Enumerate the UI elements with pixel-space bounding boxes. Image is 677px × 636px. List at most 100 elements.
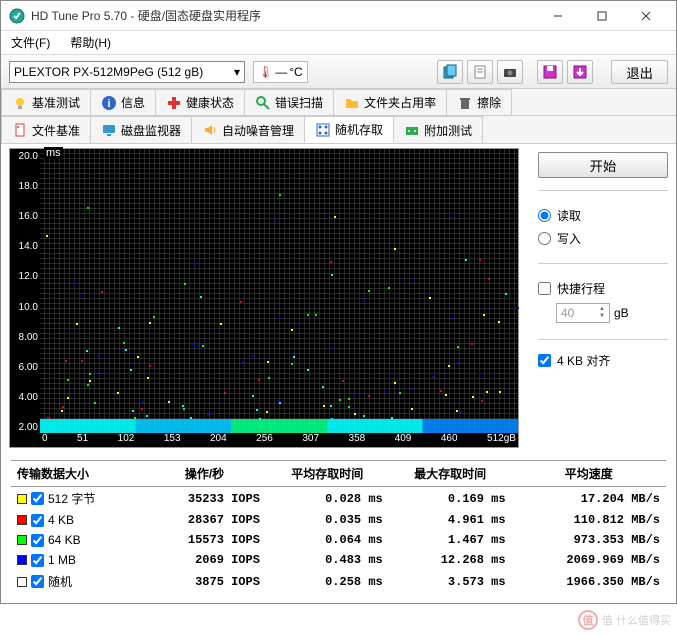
copy-text-button[interactable] [467,60,493,84]
tab-擦除[interactable]: 擦除 [446,89,512,115]
series-color-swatch [17,535,27,545]
y-axis-unit: ms [44,147,63,159]
max-access-value: 3.573 ms [389,570,512,593]
y-tick: 8.00 [10,332,38,343]
tab-label: 文件基准 [32,122,80,139]
table-row: 512 字节 35233 IOPS 0.028 ms 0.169 ms 17.2… [11,487,666,511]
series-checkbox[interactable] [31,534,44,547]
x-tick: 358 [349,433,366,447]
tab-磁盘监视器[interactable]: 磁盘监视器 [90,116,192,143]
table-row: 1 MB 2069 IOPS 0.483 ms 12.268 ms 2069.9… [11,550,666,570]
x-tick: 204 [210,433,227,447]
check-4kb-align-input[interactable] [538,354,551,367]
load-button[interactable] [567,60,593,84]
x-tick: 0 [42,433,48,447]
iops-value: 35233 IOPS [143,487,266,511]
tab-label: 自动噪音管理 [222,122,294,139]
transfer-size: 512 字节 [48,490,95,507]
start-button[interactable]: 开始 [538,152,668,178]
series-checkbox[interactable] [31,492,44,505]
access-time-chart: ms 20.018.016.014.012.010.08.006.004.002… [9,148,519,448]
tab-随机存取[interactable]: 随机存取 [304,116,394,143]
exit-button[interactable]: 退出 [611,60,668,84]
copy-info-button[interactable] [437,60,463,84]
random-icon [315,122,331,138]
folder-icon [344,95,360,111]
scatter-outliers [40,409,518,421]
radio-write[interactable]: 写入 [538,230,668,247]
max-access-value: 0.169 ms [389,487,512,511]
tab-附加测试[interactable]: 附加测试 [393,116,483,143]
transfer-size: 随机 [48,573,72,590]
y-axis: 20.018.016.014.012.010.08.006.004.002.00 [10,149,40,433]
radio-read[interactable]: 读取 [538,207,668,224]
max-access-value: 1.467 ms [389,530,512,550]
file-icon [12,122,28,138]
tab-基准测试[interactable]: 基准测试 [1,89,91,115]
avg-speed-value: 2069.969 MB/s [512,550,666,570]
avg-access-value: 0.258 ms [266,570,389,593]
search-icon [255,95,271,111]
col-header: 平均存取时间 [266,461,389,487]
chart-grid [40,149,518,433]
radio-read-input[interactable] [538,209,551,222]
tab-label: 健康状态 [186,94,234,111]
screenshot-button[interactable] [497,60,523,84]
col-header: 传输数据大小 [11,461,143,487]
options-group: 快捷行程 40 ▲▼ gB [538,276,668,327]
mode-radio-group: 读取 写入 [538,203,668,251]
menu-file[interactable]: 文件(F) [5,32,56,53]
spinner-buttons[interactable]: ▲▼ [599,306,605,320]
iops-value: 28367 IOPS [143,510,266,530]
check-random-range[interactable]: 快捷行程 [538,280,668,297]
info-icon: i [101,95,117,111]
avg-access-value: 0.064 ms [266,530,389,550]
tab-label: 基准测试 [32,94,80,111]
minimize-button[interactable] [536,2,580,30]
tab-label: 错误扫描 [275,94,323,111]
temp-value: — [275,65,287,79]
drive-select[interactable]: PLEXTOR PX-512M9PeG (512 gB) ▾ [9,61,245,83]
x-axis: 051102153204256307358409460512gB [40,433,518,447]
check-random-range-input[interactable] [538,282,551,295]
scatter-baseline [40,419,518,433]
drive-select-value: PLEXTOR PX-512M9PeG (512 gB) [14,65,203,79]
radio-write-input[interactable] [538,232,551,245]
y-tick: 4.00 [10,392,38,403]
temp-unit: °C [289,65,302,79]
save-button[interactable] [537,60,563,84]
series-checkbox[interactable] [31,554,44,567]
extra-icon [404,122,420,138]
results-table: 传输数据大小操作/秒平均存取时间最大存取时间平均速度 512 字节 35233 … [11,460,666,593]
tab-文件基准[interactable]: 文件基准 [1,116,91,143]
results-panel: 传输数据大小操作/秒平均存取时间最大存取时间平均速度 512 字节 35233 … [1,456,676,603]
y-tick: 20.0 [10,151,38,162]
check-4kb-align[interactable]: 4 KB 对齐 [538,352,668,369]
range-spinbox[interactable]: 40 ▲▼ [556,303,610,323]
range-value: 40 [561,306,574,320]
y-tick: 18.0 [10,181,38,192]
series-checkbox[interactable] [31,514,44,527]
titlebar: HD Tune Pro 5.70 - 硬盘/固态硬盘实用程序 [1,1,676,31]
menu-help[interactable]: 帮助(H) [64,32,117,53]
lightbulb-icon [12,95,28,111]
tab-错误扫描[interactable]: 错误扫描 [244,89,334,115]
x-tick: 102 [118,433,135,447]
tab-label: 随机存取 [335,121,383,138]
tab-label: 文件夹占用率 [364,94,436,111]
tab-信息[interactable]: i信息 [90,89,156,115]
maximize-button[interactable] [580,2,624,30]
x-tick: 409 [395,433,412,447]
tab-文件夹占用率[interactable]: 文件夹占用率 [333,89,447,115]
monitor-icon [101,122,117,138]
tab-健康状态[interactable]: 健康状态 [155,89,245,115]
chart-area: ms 20.018.016.014.012.010.08.006.004.002… [9,148,530,448]
tab-label: 磁盘监视器 [121,122,181,139]
close-button[interactable] [624,2,668,30]
series-checkbox[interactable] [31,575,44,588]
tab-自动噪音管理[interactable]: 自动噪音管理 [191,116,305,143]
y-tick: 12.0 [10,271,38,282]
x-tick: 460 [441,433,458,447]
series-color-swatch [17,515,27,525]
plus-icon [166,95,182,111]
